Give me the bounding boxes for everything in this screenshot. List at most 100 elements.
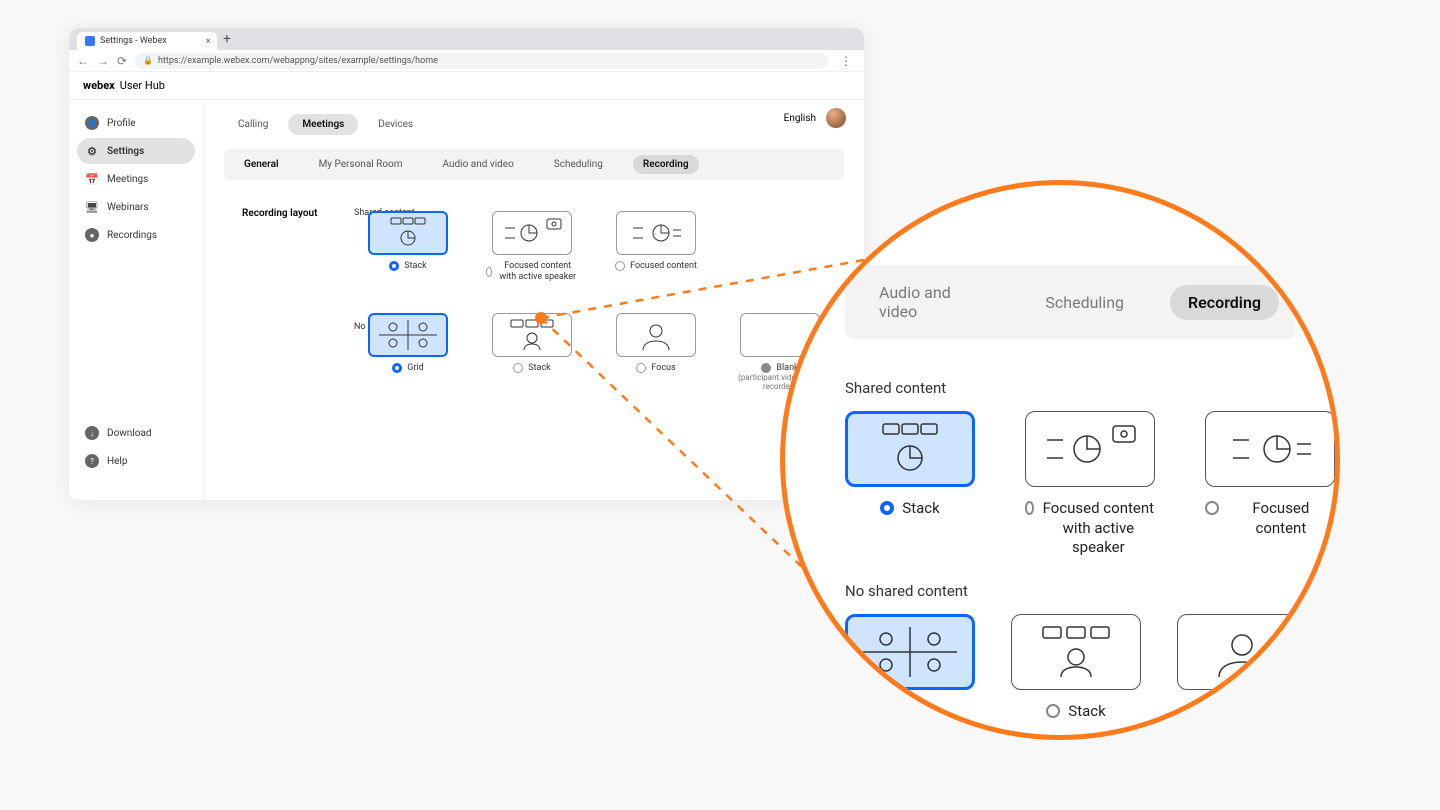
browser-window: Settings - Webex × + ← → ⟳ 🔒 https://exa… bbox=[69, 28, 864, 500]
zoom-option-focused-active[interactable]: Focused content with active speaker bbox=[1025, 411, 1155, 558]
zoom-thumb-focused-content-icon bbox=[1205, 411, 1335, 487]
secondary-tabs: General My Personal Room Audio and video… bbox=[224, 149, 844, 180]
new-tab-button[interactable]: + bbox=[223, 32, 231, 46]
zoom-radio-focus[interactable]: Focus bbox=[1211, 702, 1274, 722]
header-right: English bbox=[784, 108, 846, 128]
app-brand: webex bbox=[83, 79, 115, 92]
zoom-option-stack-shared[interactable]: Stack bbox=[845, 411, 975, 558]
subtab-label: My Personal Room bbox=[319, 159, 403, 170]
help-icon: ? bbox=[85, 454, 99, 468]
recording-layout-panel: Recording layout Shared content Stack Fo… bbox=[224, 194, 844, 413]
zoom-thumb-grid-icon bbox=[845, 614, 975, 690]
no-shared-row: Grid Stack Focus bbox=[362, 313, 826, 392]
sidebar-item-recordings[interactable]: ● Recordings bbox=[77, 222, 195, 248]
subtab-label: General bbox=[244, 159, 279, 170]
layout-option-grid[interactable]: Grid bbox=[362, 313, 454, 392]
zoom-thumb-focus-icon bbox=[1177, 614, 1307, 690]
layout-option-focus[interactable]: Focus bbox=[610, 313, 702, 392]
sidebar-label: Webinars bbox=[107, 202, 149, 213]
sidebar-item-profile[interactable]: 👤 Profile bbox=[77, 110, 195, 136]
tab-devices[interactable]: Devices bbox=[364, 114, 427, 135]
sidebar-item-download[interactable]: ↓ Download bbox=[77, 420, 195, 446]
calendar-icon: 📅 bbox=[85, 172, 99, 186]
close-tab-icon[interactable]: × bbox=[206, 36, 211, 47]
main-content: English Calling Meetings Devices General… bbox=[204, 100, 864, 500]
sidebar-item-help[interactable]: ? Help bbox=[77, 448, 195, 474]
language-selector[interactable]: English bbox=[784, 113, 816, 124]
radio-stack-shared[interactable]: Stack bbox=[389, 261, 426, 272]
radio-focused-content[interactable]: Focused content bbox=[615, 261, 697, 272]
sidebar-label: Help bbox=[107, 456, 127, 467]
zoom-option-grid[interactable]: Grid bbox=[845, 614, 975, 722]
primary-tabs: Calling Meetings Devices bbox=[224, 114, 844, 135]
zoom-no-shared-header: No shared content bbox=[845, 582, 1295, 600]
zoom-option-stack-noshared[interactable]: Stack bbox=[1011, 614, 1141, 722]
subtab-audio-video[interactable]: Audio and video bbox=[433, 155, 524, 174]
webinar-icon: 🖥 bbox=[85, 200, 99, 214]
layout-option-focused-content[interactable]: Focused content bbox=[610, 211, 702, 283]
sidebar-label: Meetings bbox=[107, 174, 148, 185]
zoom-subtab-label: Recording bbox=[1188, 293, 1261, 312]
sidebar-item-webinars[interactable]: 🖥 Webinars bbox=[77, 194, 195, 220]
zoom-thumb-focused-active-icon bbox=[1025, 411, 1155, 487]
sidebar-item-meetings[interactable]: 📅 Meetings bbox=[77, 166, 195, 192]
url-text: https://example.webex.com/webappng/sites… bbox=[158, 56, 438, 66]
radio-stack-noshared[interactable]: Stack bbox=[513, 363, 550, 374]
subtab-label: Audio and video bbox=[443, 159, 514, 170]
layout-option-stack-noshared[interactable]: Stack bbox=[486, 313, 578, 392]
layout-thumb-focused-active-icon bbox=[492, 211, 572, 255]
layout-thumb-focused-content-icon bbox=[616, 211, 696, 255]
profile-icon: 👤 bbox=[85, 116, 99, 130]
tab-calling[interactable]: Calling bbox=[224, 114, 282, 135]
sidebar-label: Download bbox=[107, 428, 152, 439]
user-avatar[interactable] bbox=[826, 108, 846, 128]
layout-thumb-focus-icon bbox=[616, 313, 696, 357]
browser-menu-icon[interactable]: ⋮ bbox=[836, 54, 856, 68]
tab-meetings[interactable]: Meetings bbox=[288, 114, 358, 135]
radio-focus[interactable]: Focus bbox=[636, 363, 675, 374]
favicon-icon bbox=[85, 36, 95, 46]
zoom-radio-focused-active[interactable]: Focused content with active speaker bbox=[1025, 499, 1155, 558]
magnifier-callout: Audio and video Scheduling Recording Sha… bbox=[780, 180, 1340, 740]
radio-focused-active[interactable]: Focused content with active speaker bbox=[486, 261, 578, 283]
sidebar-label: Settings bbox=[107, 146, 144, 157]
zoom-subtab-audio-video[interactable]: Audio and video bbox=[861, 275, 999, 329]
layout-option-stack-shared[interactable]: Stack bbox=[362, 211, 454, 283]
url-field[interactable]: 🔒 https://example.webex.com/webappng/sit… bbox=[135, 53, 828, 69]
zoom-subtab-label: Scheduling bbox=[1045, 293, 1124, 312]
radio-grid[interactable]: Grid bbox=[392, 363, 423, 374]
subtab-personal-room[interactable]: My Personal Room bbox=[309, 155, 413, 174]
app-header: webex User Hub bbox=[69, 72, 864, 100]
zoom-radio-stack-noshared[interactable]: Stack bbox=[1046, 702, 1105, 722]
zoom-radio-grid[interactable]: Grid bbox=[885, 702, 934, 722]
subtab-recording[interactable]: Recording bbox=[633, 155, 699, 174]
browser-addressbar: ← → ⟳ 🔒 https://example.webex.com/webapp… bbox=[69, 50, 864, 72]
layout-option-focused-active[interactable]: Focused content with active speaker bbox=[486, 211, 578, 283]
zoom-option-focused-content[interactable]: Focused content bbox=[1205, 411, 1335, 558]
zoom-subtab-recording[interactable]: Recording bbox=[1170, 285, 1279, 320]
zoom-thumb-stack-noshared-icon bbox=[1011, 614, 1141, 690]
reload-icon[interactable]: ⟳ bbox=[117, 54, 127, 68]
browser-tab[interactable]: Settings - Webex × bbox=[77, 32, 217, 50]
sidebar-item-settings[interactable]: ⚙ Settings bbox=[77, 138, 195, 164]
back-icon[interactable]: ← bbox=[77, 54, 89, 68]
zoom-radio-focused-content[interactable]: Focused content bbox=[1205, 499, 1335, 538]
tab-title: Settings - Webex bbox=[100, 36, 167, 46]
layout-thumb-stack-noshared-icon bbox=[492, 313, 572, 357]
zoom-shared-row: Stack Focused content with active speake… bbox=[845, 411, 1295, 558]
subtab-scheduling[interactable]: Scheduling bbox=[544, 155, 613, 174]
forward-icon[interactable]: → bbox=[97, 54, 109, 68]
layout-thumb-grid-icon bbox=[368, 313, 448, 357]
lock-icon: 🔒 bbox=[143, 56, 153, 65]
zoom-subtab-scheduling[interactable]: Scheduling bbox=[1027, 285, 1142, 320]
zoom-secondary-tabs: Audio and video Scheduling Recording bbox=[845, 265, 1295, 339]
zoom-radio-stack-shared[interactable]: Stack bbox=[880, 499, 939, 519]
subtab-general[interactable]: General bbox=[234, 155, 289, 174]
zoom-subtab-label: Audio and video bbox=[879, 283, 951, 321]
tab-label: Devices bbox=[378, 119, 413, 130]
zoom-option-focus[interactable]: Focus bbox=[1177, 614, 1307, 722]
sidebar-label: Profile bbox=[107, 118, 136, 129]
zoom-no-shared-row: Grid Stack Focus bbox=[845, 614, 1295, 722]
sidebar-label: Recordings bbox=[107, 230, 157, 241]
download-icon: ↓ bbox=[85, 426, 99, 440]
